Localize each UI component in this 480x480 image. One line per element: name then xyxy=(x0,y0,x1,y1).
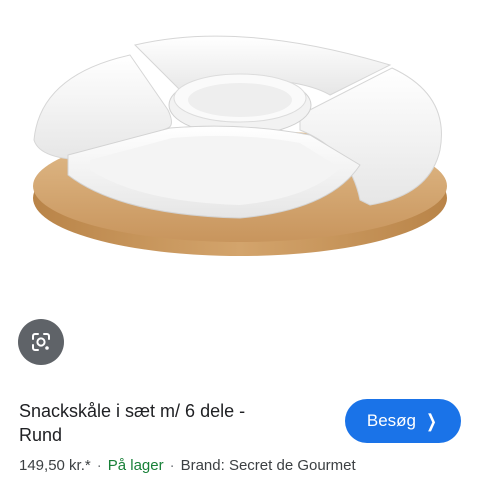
snack-tray-illustration xyxy=(33,35,447,256)
product-title-line-1: Snackskåle i sæt m/ 6 dele - xyxy=(19,401,246,421)
chevron-right-icon: ❯ xyxy=(426,411,437,431)
visit-button[interactable]: Besøg ❯ xyxy=(345,399,461,443)
google-lens-button[interactable] xyxy=(18,319,64,365)
separator-dot: · xyxy=(169,457,175,474)
brand: Brand: Secret de Gourmet xyxy=(180,457,356,474)
separator-dot: · xyxy=(96,457,102,474)
product-title-line-2: Rund xyxy=(19,425,63,445)
price: 149,50 kr.* xyxy=(19,457,91,474)
stock-status: På lager xyxy=(107,457,164,474)
google-lens-camera-icon xyxy=(32,333,50,351)
visit-button-label: Besøg xyxy=(366,411,417,430)
product-title[interactable]: Snackskåle i sæt m/ 6 dele - Rund xyxy=(19,399,319,447)
product-image[interactable] xyxy=(0,0,480,305)
product-meta: 149,50 kr.* · På lager · Brand: Secret de Go… xyxy=(19,456,356,476)
